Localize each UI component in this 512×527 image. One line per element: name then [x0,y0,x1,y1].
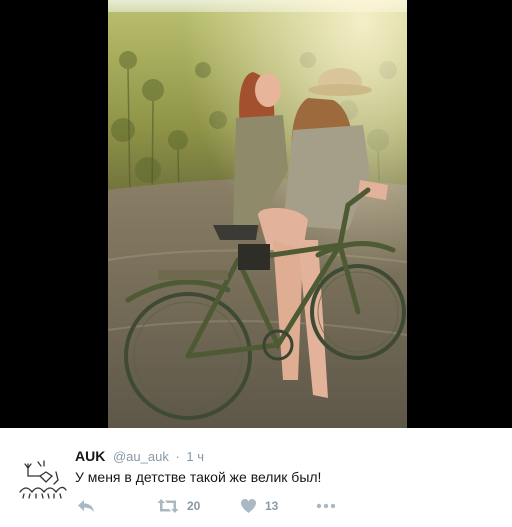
heart-icon [241,499,256,513]
tweet-actions: 20 13 [75,496,375,516]
like-button[interactable]: 13 [240,496,278,516]
header-separator: · [175,449,180,464]
tweet-photo[interactable] [108,0,407,428]
deer-sketch-avatar-icon [16,450,68,502]
retweet-button[interactable]: 20 [157,496,200,516]
username-handle[interactable]: @au_auk [113,449,169,464]
tweet-card: AUK @au_auk · 1 ч У меня в детстве такой… [0,428,512,527]
tweet-header: AUK @au_auk · 1 ч [75,448,204,465]
more-button[interactable] [316,496,336,516]
like-count: 13 [265,499,279,513]
media-backdrop [0,0,512,428]
tweet-timestamp[interactable]: 1 ч [186,449,204,464]
display-name[interactable]: AUK [75,448,105,464]
retweet-icon [157,499,179,513]
reply-button[interactable] [77,496,95,516]
more-dots-icon [316,503,336,509]
reply-icon [78,500,94,512]
tweet-text: У меня в детстве такой же велик был! [75,469,322,485]
retweet-count: 20 [187,499,201,513]
avatar[interactable] [16,450,68,502]
